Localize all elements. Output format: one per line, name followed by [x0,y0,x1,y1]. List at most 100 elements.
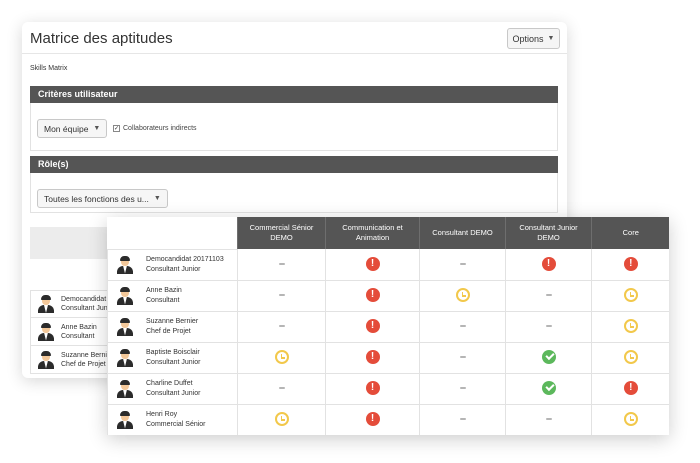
skill-status-cell[interactable] [419,373,506,405]
column-header[interactable]: Consultant DEMO [419,217,506,249]
exclamation-icon: ! [365,319,380,334]
avatar-icon [37,350,55,369]
skill-status-cell[interactable] [237,404,326,435]
avatar-icon [116,379,134,398]
indirect-collaborators-label: Collaborateurs indirects [123,125,197,132]
person-role: Commercial Sénior [146,420,206,428]
pending-clock-icon [623,350,638,365]
skill-status-cell[interactable] [237,342,326,374]
skill-status-cell[interactable] [237,311,326,343]
indirect-collaborators-checkbox[interactable]: ✓ Collaborateurs indirects [113,125,197,132]
skill-status-cell[interactable] [505,280,592,312]
skill-status-cell[interactable] [237,249,326,281]
skill-status-cell[interactable]: ! [325,342,420,374]
skill-status-cell[interactable] [419,280,506,312]
skill-status-cell[interactable]: ! [591,249,669,281]
skill-status-cell[interactable] [591,280,669,312]
user-role: Chef de Projet [61,360,106,368]
person-name: Anne Bazin [146,286,182,294]
team-select-value: Mon équipe [44,123,89,134]
skill-status-cell[interactable] [419,404,506,435]
column-header[interactable]: Commercial Sénior DEMO [237,217,326,249]
exclamation-icon: ! [365,381,380,396]
user-name: Anne Bazin [61,323,97,331]
team-select[interactable]: Mon équipe ▼ [37,119,108,138]
skill-status-cell[interactable] [591,311,669,343]
skill-status-cell[interactable] [419,249,506,281]
person-name: Charline Duffet [146,379,193,387]
user-name: Democandidat [61,296,107,303]
user-criteria-header: Critères utilisateur [30,86,558,103]
table-row[interactable]: Charline Duffet Consultant Junior!! [107,373,669,405]
roles-header: Rôle(s) [30,156,558,173]
avatar-icon [37,322,55,341]
exclamation-icon: ! [541,257,556,272]
exclamation-icon: ! [365,257,380,272]
skill-status-cell[interactable]: ! [591,373,669,405]
checkbox-icon[interactable]: ✓ [113,125,120,132]
not-applicable-icon [459,356,466,359]
pending-clock-icon [623,319,638,334]
person-role: Consultant [146,296,180,304]
panel-header: Matrice des aptitudes Options ▼ [22,22,567,54]
exclamation-icon: ! [365,412,380,427]
caret-down-icon: ▼ [547,35,555,42]
user-role: Consultant Jun [61,305,108,312]
not-applicable-icon [278,325,285,328]
not-applicable-icon [278,387,285,390]
exclamation-icon: ! [623,381,638,396]
caret-down-icon: ▼ [153,195,161,202]
options-button[interactable]: Options ▼ [507,28,560,49]
skill-status-cell[interactable] [591,404,669,435]
table-header-row: Commercial Sénior DEMO Communication et … [107,217,669,250]
skill-status-cell[interactable] [237,373,326,405]
skill-status-cell[interactable]: ! [505,249,592,281]
not-applicable-icon [459,418,466,421]
avatar-icon [116,255,134,274]
matrix-body: Democandidat 20171103 Consultant Junior!!… [107,249,669,435]
person: Anne Bazin Consultant [108,286,237,306]
skills-matrix-table: Commercial Sénior DEMO Communication et … [107,217,669,435]
not-applicable-icon [545,294,552,297]
person-cell: Anne Bazin Consultant [107,280,238,312]
person: Henri Roy Commercial Sénior [108,410,237,430]
skill-status-cell[interactable] [505,404,592,435]
table-row[interactable]: Henri Roy Commercial Sénior! [107,404,669,435]
skill-status-cell[interactable] [419,342,506,374]
exclamation-icon: ! [365,350,380,365]
pending-clock-icon [623,412,638,427]
person-role: Consultant Junior [146,265,201,273]
person-role: Consultant Junior [146,358,201,366]
skill-status-cell[interactable]: ! [325,280,420,312]
person-cell: Suzanne Bernier Chef de Projet [107,311,238,343]
table-row[interactable]: Suzanne Bernier Chef de Projet! [107,311,669,343]
skill-status-cell[interactable] [505,311,592,343]
skill-status-cell[interactable]: ! [325,249,420,281]
table-row[interactable]: Anne Bazin Consultant! [107,280,669,312]
table-row[interactable]: Baptiste Boisclair Consultant Junior! [107,342,669,374]
skill-status-cell[interactable]: ! [325,311,420,343]
options-label: Options [512,33,544,44]
roles-select[interactable]: Toutes les fonctions des u... ▼ [37,189,168,208]
skill-status-cell[interactable] [591,342,669,374]
skill-status-cell[interactable] [505,342,592,374]
exclamation-icon: ! [623,257,638,272]
person-cell: Charline Duffet Consultant Junior [107,373,238,405]
pending-clock-icon [274,412,289,427]
column-header[interactable]: Communication et Animation [325,217,420,249]
user-name: Suzanne Berni [61,351,107,359]
avatar-icon [116,286,134,305]
column-header[interactable]: Consultant Junior DEMO [505,217,592,249]
skill-status-cell[interactable] [505,373,592,405]
table-row[interactable]: Democandidat 20171103 Consultant Junior!!… [107,249,669,281]
skill-status-cell[interactable]: ! [325,404,420,435]
skill-status-cell[interactable]: ! [325,373,420,405]
pending-clock-icon [623,288,638,303]
skill-status-cell[interactable] [419,311,506,343]
person-role: Consultant Junior [146,389,201,397]
column-header[interactable]: Core [591,217,669,249]
skill-status-cell[interactable] [237,280,326,312]
roles-select-value: Toutes les fonctions des u... [44,193,149,204]
person-cell: Democandidat 20171103 Consultant Junior [107,249,238,281]
pending-clock-icon [274,350,289,365]
